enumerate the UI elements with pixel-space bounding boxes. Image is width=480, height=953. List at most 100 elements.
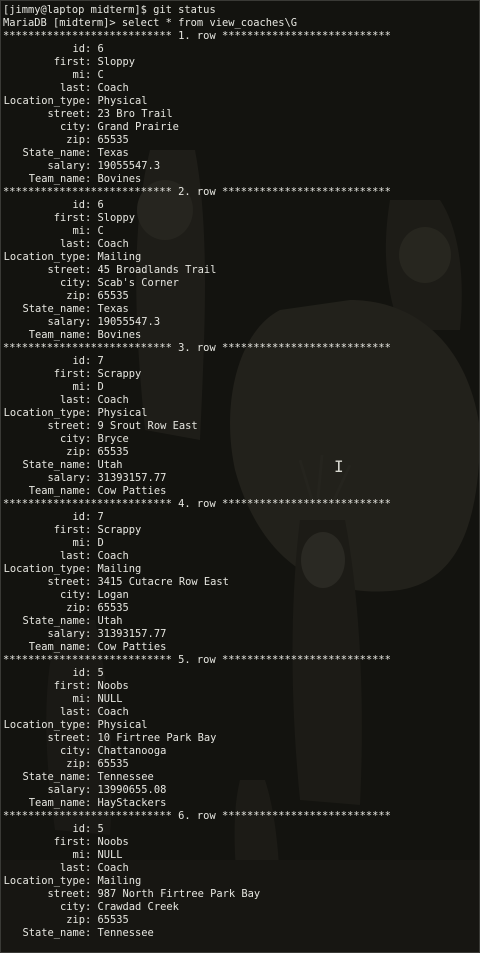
field-colon: : <box>85 524 98 536</box>
field-value: 65535 <box>97 134 129 146</box>
field-key: city <box>59 121 85 133</box>
row-separator: *************************** 6. row *****… <box>3 810 391 822</box>
field-colon: : <box>85 758 98 770</box>
field-line: city: Grand Prairie <box>3 121 479 134</box>
field-value: 19055547.3 <box>97 316 161 328</box>
field-key: city <box>59 589 85 601</box>
field-value: 5 <box>97 667 104 679</box>
terminal-output: [jimmy@laptop midterm]$ git status Maria… <box>3 4 479 940</box>
field-value: Texas <box>97 147 129 159</box>
field-colon: : <box>85 147 98 159</box>
field-value: Coach <box>97 550 129 562</box>
field-key: city <box>59 277 85 289</box>
field-line: Location_type: Mailing <box>3 251 479 264</box>
field-line: zip: 65535 <box>3 134 479 147</box>
field-key: street <box>47 264 85 276</box>
row-separator: *************************** 5. row *****… <box>3 654 391 666</box>
field-colon: : <box>85 407 98 419</box>
field-value: 9 Srout Row East <box>97 420 198 432</box>
field-value: Mailing <box>97 563 142 575</box>
field-line: last: Coach <box>3 238 479 251</box>
field-value: Physical <box>97 95 148 107</box>
field-colon: : <box>85 238 98 250</box>
field-colon: : <box>85 108 98 120</box>
field-key: city <box>59 745 85 757</box>
field-colon: : <box>85 680 98 692</box>
field-key: mi <box>72 381 85 393</box>
field-line: id: 6 <box>3 199 479 212</box>
field-key: mi <box>72 693 85 705</box>
field-colon: : <box>85 719 98 731</box>
field-value: Tennessee <box>97 927 154 939</box>
field-line: mi: D <box>3 381 479 394</box>
field-line: mi: C <box>3 225 479 238</box>
field-key: salary <box>47 628 85 640</box>
field-colon: : <box>85 212 98 224</box>
field-line: first: Sloppy <box>3 56 479 69</box>
field-value: 31393157.77 <box>97 628 167 640</box>
field-key: first <box>53 680 85 692</box>
field-key: salary <box>47 784 85 796</box>
field-key: zip <box>66 134 85 146</box>
field-colon: : <box>85 706 98 718</box>
row-separator: *************************** 1. row *****… <box>3 30 391 42</box>
field-key: last <box>59 550 85 562</box>
field-value: Coach <box>97 862 129 874</box>
field-value: 987 North Firtree Park Bay <box>97 888 261 900</box>
field-colon: : <box>85 641 98 653</box>
field-line: last: Coach <box>3 394 479 407</box>
field-value: Mailing <box>97 251 142 263</box>
field-key: Team_name <box>28 485 85 497</box>
field-key: zip <box>66 914 85 926</box>
field-colon: : <box>85 173 98 185</box>
field-colon: : <box>85 901 98 913</box>
field-colon: : <box>85 615 98 627</box>
field-key: last <box>59 706 85 718</box>
field-key: mi <box>72 537 85 549</box>
field-line: Location_type: Mailing <box>3 563 479 576</box>
field-colon: : <box>85 784 98 796</box>
field-key: id <box>72 43 85 55</box>
field-value: Noobs <box>97 836 129 848</box>
field-line: street: 23 Bro Trail <box>3 108 479 121</box>
field-value: 13990655.08 <box>97 784 167 796</box>
field-colon: : <box>85 823 98 835</box>
field-line: Location_type: Physical <box>3 719 479 732</box>
field-colon: : <box>85 160 98 172</box>
field-value: 65535 <box>97 914 129 926</box>
field-value: Utah <box>97 615 123 627</box>
field-colon: : <box>85 394 98 406</box>
field-colon: : <box>85 602 98 614</box>
field-line: street: 10 Firtree Park Bay <box>3 732 479 745</box>
field-line: Location_type: Mailing <box>3 875 479 888</box>
field-value: 45 Broadlands Trail <box>97 264 217 276</box>
field-colon: : <box>85 511 98 523</box>
field-value: 65535 <box>97 758 129 770</box>
field-colon: : <box>85 251 98 263</box>
field-colon: : <box>85 459 98 471</box>
field-key: Team_name <box>28 329 85 341</box>
field-line: first: Scrappy <box>3 368 479 381</box>
field-colon: : <box>85 563 98 575</box>
terminal-window[interactable]: [jimmy@laptop midterm]$ git status Maria… <box>0 0 480 953</box>
field-value: Scrappy <box>97 524 142 536</box>
field-key: street <box>47 108 85 120</box>
field-value: Bovines <box>97 329 142 341</box>
field-line: street: 9 Srout Row East <box>3 420 479 433</box>
field-colon: : <box>85 576 98 588</box>
field-value: Crawdad Creek <box>97 901 179 913</box>
field-key: city <box>59 901 85 913</box>
field-line: street: 45 Broadlands Trail <box>3 264 479 277</box>
text-cursor-icon: I <box>334 457 344 476</box>
field-key: street <box>47 420 85 432</box>
field-key: State_name <box>22 927 85 939</box>
field-line: last: Coach <box>3 550 479 563</box>
field-key: last <box>59 238 85 250</box>
field-value: 65535 <box>97 446 129 458</box>
field-line: first: Noobs <box>3 836 479 849</box>
field-colon: : <box>85 433 98 445</box>
field-colon: : <box>85 95 98 107</box>
field-line: first: Sloppy <box>3 212 479 225</box>
field-colon: : <box>85 927 98 939</box>
field-line: zip: 65535 <box>3 290 479 303</box>
